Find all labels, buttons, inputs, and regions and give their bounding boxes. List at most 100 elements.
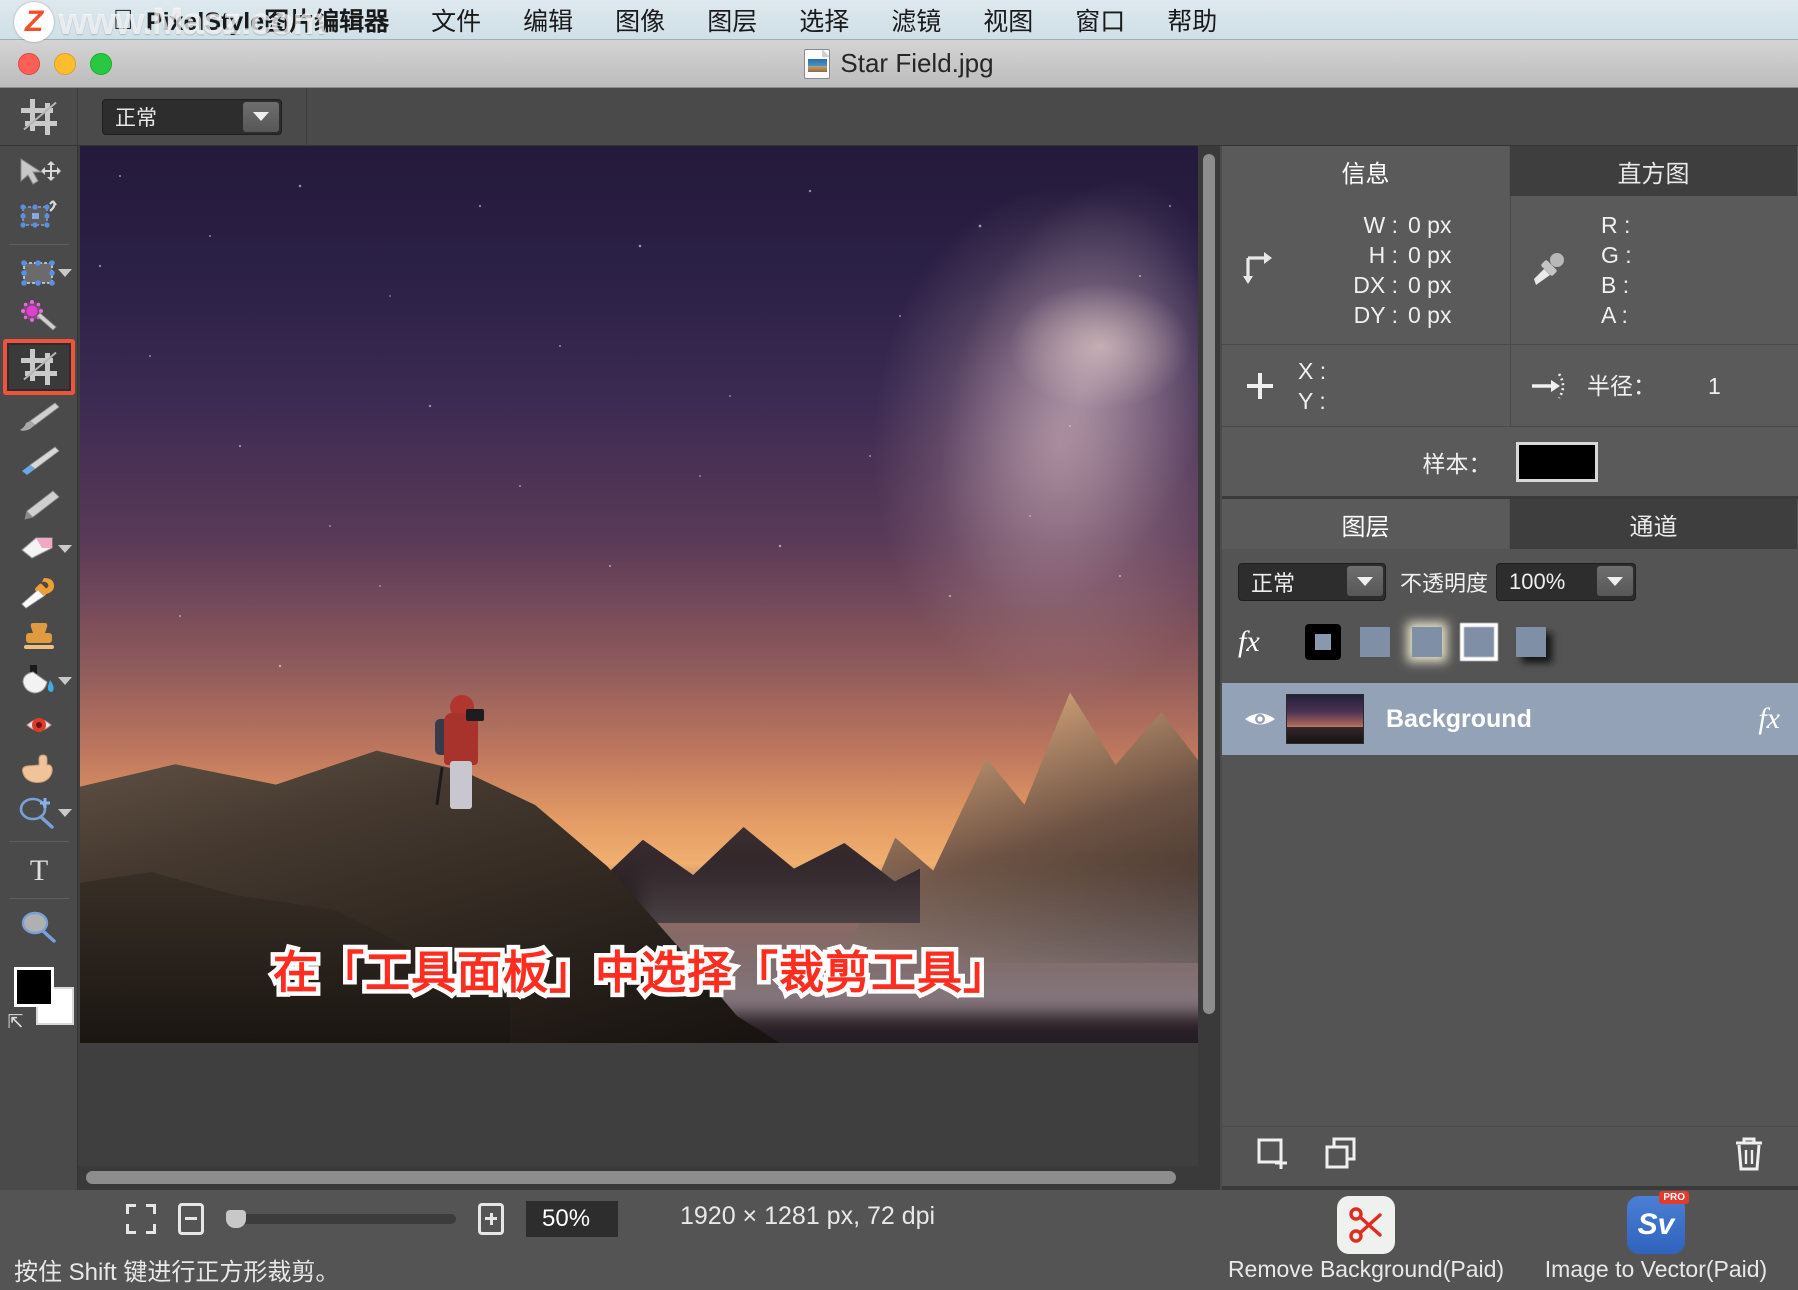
outer-glow-icon[interactable]	[1404, 619, 1450, 665]
zoom-slider-thumb[interactable]	[226, 1210, 246, 1228]
sidebar-item-text-tool[interactable]: T	[4, 848, 74, 892]
apple-logo-icon[interactable]: 	[108, 6, 138, 34]
maximize-button[interactable]	[90, 53, 112, 75]
tab-info[interactable]: 信息	[1222, 146, 1510, 196]
image-to-vector-label: Image to Vector(Paid)	[1545, 1256, 1767, 1283]
sidebar-item-loupe-tool[interactable]	[4, 905, 74, 949]
tab-layers[interactable]: 图层	[1222, 499, 1510, 549]
zoom-out-button[interactable]	[178, 1203, 204, 1235]
layer-effects-row: fx	[1222, 615, 1798, 683]
tool-palette: T ⇱	[0, 146, 78, 1190]
window-controls	[18, 40, 112, 88]
window-title-bar: Star Field.jpg	[0, 40, 1798, 88]
canvas-horizontal-scrollbar[interactable]	[78, 1166, 1220, 1190]
opacity-input[interactable]: 100%	[1496, 563, 1636, 601]
color-key: G :	[1601, 242, 1632, 269]
tab-histogram[interactable]: 直方图	[1510, 146, 1798, 196]
paid-feature-buttons: Remove Background(Paid) SvPRO Image to V…	[1230, 1190, 1798, 1290]
delete-layer-button[interactable]	[1732, 1135, 1766, 1178]
sidebar-item-eraser-tool[interactable]	[4, 527, 74, 571]
drop-shadow-icon[interactable]	[1508, 619, 1554, 665]
swap-arrows-icon[interactable]: ⇱	[8, 1011, 24, 1034]
fill-icon[interactable]	[1352, 619, 1398, 665]
zoom-slider[interactable]	[226, 1214, 456, 1224]
remove-background-label: Remove Background(Paid)	[1228, 1256, 1504, 1283]
eye-icon[interactable]	[1240, 708, 1280, 730]
layer-fx-badge[interactable]: fx	[1758, 702, 1780, 736]
app-name-label[interactable]: PixelStyle图片编辑器	[146, 2, 389, 38]
menu-item-filter[interactable]: 滤镜	[891, 2, 941, 38]
close-button[interactable]	[18, 53, 40, 75]
menu-item-view[interactable]: 视图	[983, 2, 1033, 38]
arrow-move-icon	[17, 157, 61, 187]
fit-to-screen-icon[interactable]	[126, 1204, 156, 1234]
menu-item-help[interactable]: 帮助	[1167, 2, 1217, 38]
divider	[306, 88, 307, 146]
sample-label: 样本：	[1423, 445, 1492, 479]
menu-item-window[interactable]: 窗口	[1075, 2, 1125, 38]
scissors-icon	[1337, 1196, 1395, 1254]
sidebar-item-transform-tool[interactable]	[4, 194, 74, 238]
scrollbar-thumb[interactable]	[86, 1171, 1176, 1184]
canvas-area[interactable]: 在「工具面板」中选择「裁剪工具」	[78, 146, 1220, 1190]
menu-item-image[interactable]: 图像	[615, 2, 665, 38]
color-row: G :	[1587, 240, 1798, 270]
color-swatches[interactable]: ⇱	[4, 967, 74, 1041]
menu-item-file[interactable]: 文件	[431, 2, 481, 38]
image-to-vector-button[interactable]: SvPRO Image to Vector(Paid)	[1520, 1190, 1792, 1283]
chevron-down-icon[interactable]	[58, 545, 72, 553]
chevron-down-icon[interactable]	[58, 677, 72, 685]
layer-blend-mode-select[interactable]: 正常	[1238, 563, 1386, 601]
color-key: A :	[1601, 302, 1628, 329]
chevron-down-icon[interactable]	[1347, 566, 1383, 596]
layer-style-icon[interactable]	[1300, 619, 1346, 665]
fx-label: fx	[1238, 625, 1294, 659]
chevron-down-icon[interactable]	[58, 269, 72, 277]
tool-options-bar: 正常	[0, 88, 1798, 146]
menu-item-layer[interactable]: 图层	[707, 2, 757, 38]
zoom-value[interactable]: 50%	[526, 1201, 618, 1237]
trash-icon	[1732, 1135, 1766, 1173]
sidebar-item-crop-tool[interactable]	[3, 339, 75, 395]
sidebar-item-zoom-tool[interactable]	[4, 791, 74, 835]
pencil-icon	[17, 489, 61, 521]
minimize-button[interactable]	[54, 53, 76, 75]
sidebar-item-paint-bucket-tool[interactable]	[4, 659, 74, 703]
paint-bucket-icon	[17, 664, 61, 698]
chevron-down-icon[interactable]	[58, 809, 72, 817]
opacity-value: 100%	[1509, 569, 1565, 595]
blend-mode-select[interactable]: 正常	[102, 99, 282, 135]
menu-item-select[interactable]: 选择	[799, 2, 849, 38]
sidebar-item-rect-select-tool[interactable]	[4, 251, 74, 295]
zoom-in-button[interactable]	[478, 1203, 504, 1235]
annotation-text: 在「工具面板」中选择「裁剪工具」	[80, 936, 1202, 1001]
sidebar-item-red-eye-tool[interactable]	[4, 703, 74, 747]
radius-value[interactable]: 1	[1708, 371, 1721, 401]
menu-item-edit[interactable]: 编辑	[523, 2, 573, 38]
foreground-color-swatch[interactable]	[14, 967, 54, 1007]
chevron-down-icon[interactable]	[1597, 566, 1633, 596]
sidebar-item-move-tool[interactable]	[4, 150, 74, 194]
remove-background-button[interactable]: Remove Background(Paid)	[1230, 1190, 1502, 1283]
sidebar-item-brush-tool[interactable]	[4, 439, 74, 483]
sidebar-item-eyedropper-tool[interactable]	[4, 571, 74, 615]
canvas-vertical-scrollbar[interactable]	[1198, 146, 1220, 1166]
duplicate-layer-button[interactable]	[1322, 1135, 1360, 1178]
sidebar-item-hand-tool[interactable]	[4, 747, 74, 791]
zoom-controls: 50%	[0, 1190, 618, 1248]
corner-arrow-icon	[1222, 250, 1298, 290]
sample-color-chip[interactable]	[1516, 442, 1598, 482]
sidebar-item-pencil-tool[interactable]	[4, 483, 74, 527]
sidebar-item-magic-wand-tool[interactable]	[4, 295, 74, 339]
tab-channels[interactable]: 通道	[1510, 499, 1798, 549]
scrollbar-thumb[interactable]	[1203, 154, 1215, 1014]
sidebar-item-stamp-tool[interactable]	[4, 615, 74, 659]
layer-row-background[interactable]: Background fx	[1222, 683, 1798, 755]
sidebar-item-paintbrush-tool[interactable]	[4, 395, 74, 439]
blur-icon[interactable]	[1456, 619, 1502, 665]
crop-icon	[21, 99, 57, 135]
chevron-down-icon[interactable]	[243, 102, 279, 132]
image-canvas[interactable]: 在「工具面板」中选择「裁剪工具」	[80, 146, 1202, 1043]
new-layer-button[interactable]	[1254, 1135, 1292, 1178]
eyedropper-icon	[18, 576, 60, 610]
